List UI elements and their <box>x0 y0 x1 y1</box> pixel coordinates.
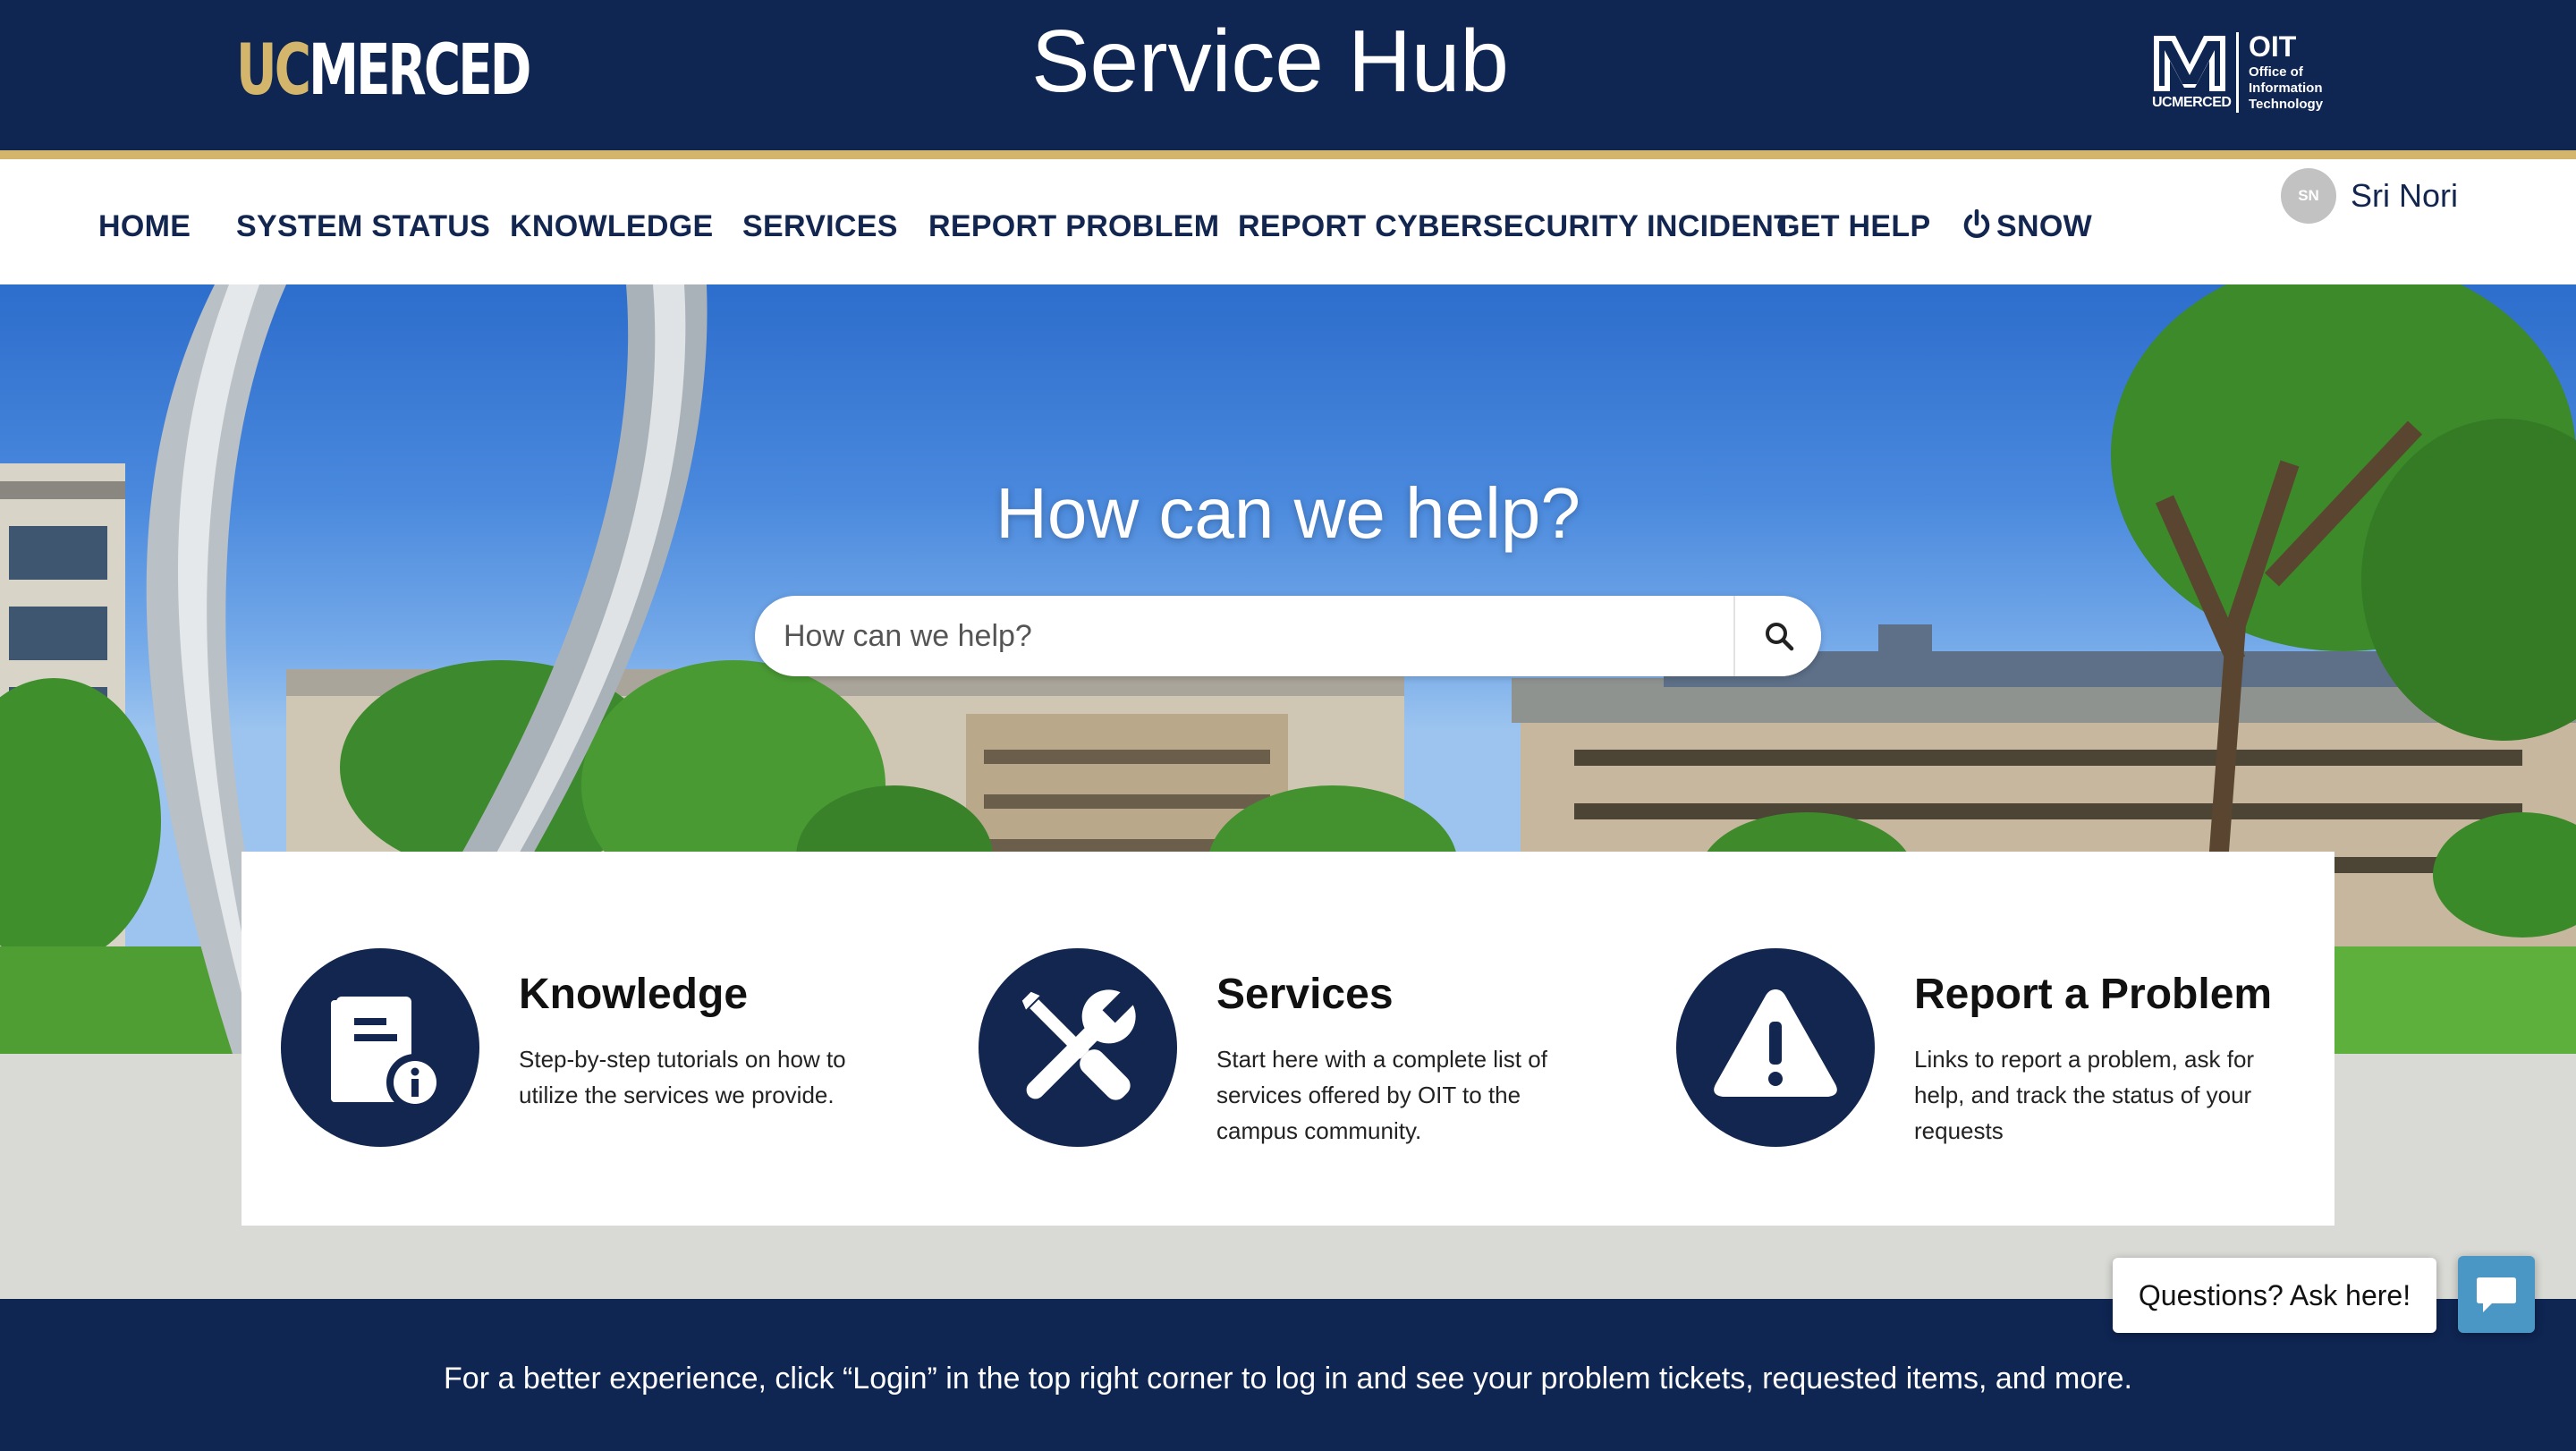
search-icon <box>1766 623 1794 651</box>
oit-full-name: Office of Information Technology <box>2249 64 2324 112</box>
feature-title: Knowledge <box>519 971 749 1018</box>
feature-icon-circle <box>281 948 479 1147</box>
chat-button[interactable] <box>2458 1256 2535 1333</box>
nav-report-cybersecurity-incident[interactable]: REPORT CYBERSECURITY INCIDENT <box>1238 209 1792 244</box>
nav-services[interactable]: SERVICES <box>742 209 898 244</box>
oit-wordmark: UCMERCED <box>2152 95 2232 110</box>
nav-system-status[interactable]: SYSTEM STATUS <box>236 209 490 244</box>
feature-description: Links to report a problem, ask for help,… <box>1914 1046 2255 1144</box>
search-input[interactable] <box>782 596 1676 676</box>
feature-description: Start here with a complete list of servi… <box>1216 1046 1547 1144</box>
hero-heading: How can we help? <box>996 473 1580 553</box>
nav-knowledge[interactable]: KNOWLEDGE <box>510 209 713 244</box>
oit-divider <box>2236 32 2239 113</box>
search-button[interactable] <box>1733 596 1821 676</box>
gold-divider <box>0 150 2576 159</box>
search-bar <box>755 596 1821 676</box>
main-nav: HOME SYSTEM STATUS KNOWLEDGE SERVICES RE… <box>0 159 2576 284</box>
feature-title: Services <box>1216 971 1394 1018</box>
chat-prompt[interactable]: Questions? Ask here! <box>2113 1258 2436 1333</box>
feature-icon-circle <box>979 948 1177 1147</box>
feature-description: Step-by-step tutorials on how to utilize… <box>519 1046 846 1108</box>
oit-logo[interactable]: UCMERCED OIT Office of Information Techn… <box>2152 30 2340 116</box>
footer-login-message: For a better experience, click “Login” i… <box>444 1362 2132 1396</box>
feature-report-problem[interactable]: Report a Problem Links to report a probl… <box>1676 948 2356 1163</box>
nav-snow-label: SNOW <box>1996 209 2092 243</box>
oit-abbrev: OIT <box>2249 30 2297 63</box>
chat-icon <box>2477 1277 2516 1312</box>
wrench-screwdriver-icon <box>1021 989 1137 1100</box>
avatar: SN <box>2281 168 2336 224</box>
feature-services[interactable]: Services Start here with a complete list… <box>979 948 1658 1163</box>
nav-report-problem[interactable]: REPORT PROBLEM <box>928 209 1219 244</box>
feature-title: Report a Problem <box>1914 971 2273 1018</box>
nav-home[interactable]: HOME <box>98 209 191 244</box>
user-name: Sri Nori <box>2351 177 2459 214</box>
m-logo-icon <box>2154 36 2225 91</box>
knowledge-book-info-icon <box>331 997 444 1111</box>
nav-get-help[interactable]: GET HELP <box>1776 209 1930 244</box>
top-header: UCMERCED Service Hub UCMERCED OIT Office… <box>0 0 2576 150</box>
feature-card: Knowledge Step-by-step tutorials on how … <box>242 852 2334 1226</box>
feature-icon-circle <box>1676 948 1875 1147</box>
warning-triangle-icon <box>1714 989 1837 1097</box>
feature-knowledge[interactable]: Knowledge Step-by-step tutorials on how … <box>281 948 961 1163</box>
power-icon <box>1963 209 1990 238</box>
nav-snow[interactable]: SNOW <box>1962 209 2092 244</box>
